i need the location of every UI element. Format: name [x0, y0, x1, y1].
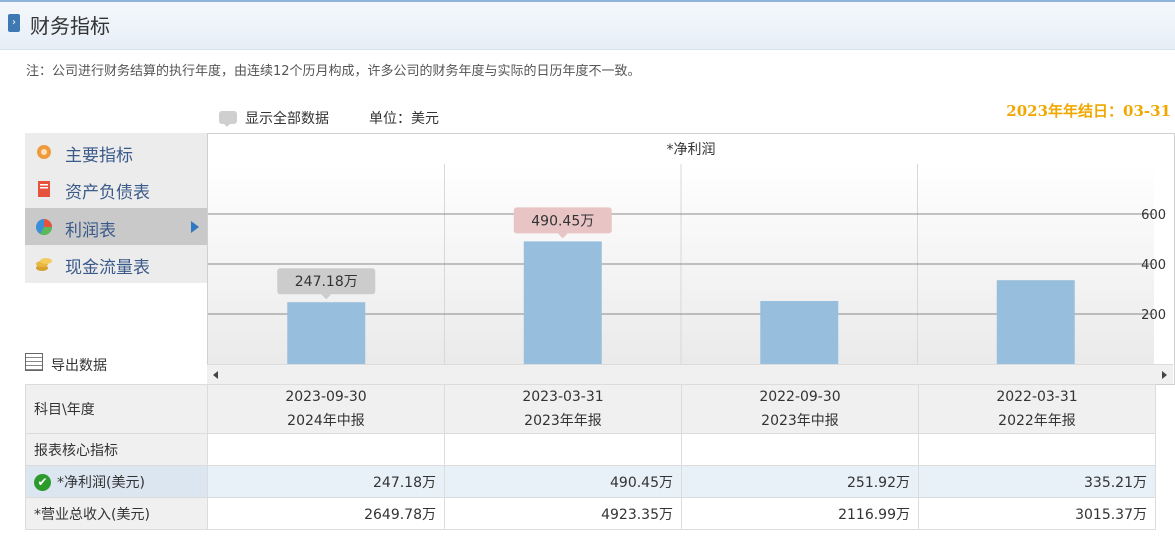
column-date: 2022-09-30: [759, 389, 841, 405]
financial-table: 科目\年度 2023-09-30 2024年中报 2023-03-31 2023年年…: [25, 384, 1156, 530]
sidebar-item-label: 资产负债表: [65, 183, 150, 203]
show-all-icon[interactable]: [219, 111, 237, 127]
arrow-right-icon: [191, 221, 199, 233]
gear-flower-icon: [37, 145, 51, 159]
table-cell: 247.18万: [207, 465, 445, 498]
show-all-data-link[interactable]: 显示全部数据: [245, 108, 329, 128]
section-label: 报表核心指标: [25, 433, 208, 466]
table-row[interactable]: ✔ *净利润(美元) 247.18万 490.45万 251.92万 335.21…: [25, 465, 1156, 498]
sidebar-item-main-indicators[interactable]: 主要指标: [25, 133, 207, 170]
column-period: 2024年中报: [287, 413, 365, 429]
column-header: 2023-09-30 2024年中报: [207, 384, 445, 434]
table-cell: [681, 433, 919, 466]
year-end-date: 2023年年结日：03-31: [1006, 102, 1171, 120]
check-icon: ✔: [34, 474, 51, 491]
sidebar-item-label: 利润表: [65, 221, 116, 241]
table-cell: [918, 433, 1156, 466]
page-title: 财务指标: [30, 14, 110, 38]
row-label: *营业总收入(美元): [25, 497, 208, 530]
table-section-row: 报表核心指标: [25, 433, 1156, 466]
column-period: 2022年年报: [998, 413, 1076, 429]
column-header: 2022-03-31 2022年年报: [918, 384, 1156, 434]
y-tick-label: 600: [1141, 208, 1166, 223]
column-date: 2023-09-30: [285, 389, 367, 405]
table-cell: [444, 433, 682, 466]
spreadsheet-icon: [25, 353, 43, 371]
unit-label: 单位：美元: [369, 111, 439, 127]
table-cell: 3015.37万: [918, 497, 1156, 530]
corner-header: 科目\年度: [25, 384, 208, 434]
column-period: 2023年年报: [524, 413, 602, 429]
table-cell: 490.45万: [444, 465, 682, 498]
table-row[interactable]: *营业总收入(美元) 2649.78万 4923.35万 2116.99万 30…: [25, 497, 1156, 530]
table-cell: [207, 433, 445, 466]
sidebar-item-income-statement[interactable]: 利润表: [25, 208, 207, 245]
chart-title: *净利润: [667, 142, 716, 158]
pie-chart-icon: [36, 219, 53, 236]
data-label: 490.45万: [531, 213, 594, 229]
row-label-text: *净利润(美元): [57, 474, 145, 491]
y-tick-label: 200: [1141, 308, 1166, 323]
table-cell: 251.92万: [681, 465, 919, 498]
table-cell: 335.21万: [918, 465, 1156, 498]
table-cell: 4923.35万: [444, 497, 682, 530]
column-header: 2022-09-30 2023年中报: [681, 384, 919, 434]
table-cell: 2649.78万: [207, 497, 445, 530]
column-date: 2022-03-31: [996, 389, 1078, 405]
bar: [523, 241, 602, 364]
chart-scrollbar[interactable]: [207, 364, 1173, 384]
export-label: 导出数据: [51, 358, 107, 374]
y-tick-label: 400: [1141, 258, 1166, 273]
sidebar-item-balance-sheet[interactable]: 资产负债表: [25, 170, 207, 207]
column-period: 2023年中报: [761, 413, 839, 429]
page-header: › 财务指标: [0, 0, 1175, 50]
report-sidebar: 主要指标 资产负债表 利润表 现金流量表: [25, 133, 207, 283]
bar: [287, 302, 366, 364]
coins-icon: [36, 258, 52, 271]
bar: [996, 280, 1075, 364]
expand-icon[interactable]: ›: [8, 14, 20, 32]
bar: [760, 301, 839, 364]
bar-chart: *净利润 600 400 200 247.18万 490.45万: [208, 142, 1166, 364]
sidebar-item-label: 主要指标: [65, 146, 133, 166]
scroll-right-icon[interactable]: [1162, 371, 1167, 379]
sidebar-item-cash-flow[interactable]: 现金流量表: [25, 245, 207, 282]
fiscal-year-note: 注：公司进行财务结算的执行年度，由连续12个历月构成，许多公司的财务年度与实际的…: [26, 64, 641, 79]
sidebar-item-label: 现金流量表: [65, 258, 150, 278]
data-label: 247.18万: [295, 274, 358, 290]
net-profit-chart: *净利润 600 400 200 247.18万 490.45万: [207, 133, 1175, 385]
document-icon: [38, 181, 50, 197]
scroll-left-icon[interactable]: [213, 371, 218, 379]
table-header-row: 科目\年度 2023-09-30 2024年中报 2023-03-31 2023年年…: [25, 384, 1156, 434]
row-label: ✔ *净利润(美元): [25, 465, 208, 498]
column-header: 2023-03-31 2023年年报: [444, 384, 682, 434]
table-cell: 2116.99万: [681, 497, 919, 530]
column-date: 2023-03-31: [522, 389, 604, 405]
